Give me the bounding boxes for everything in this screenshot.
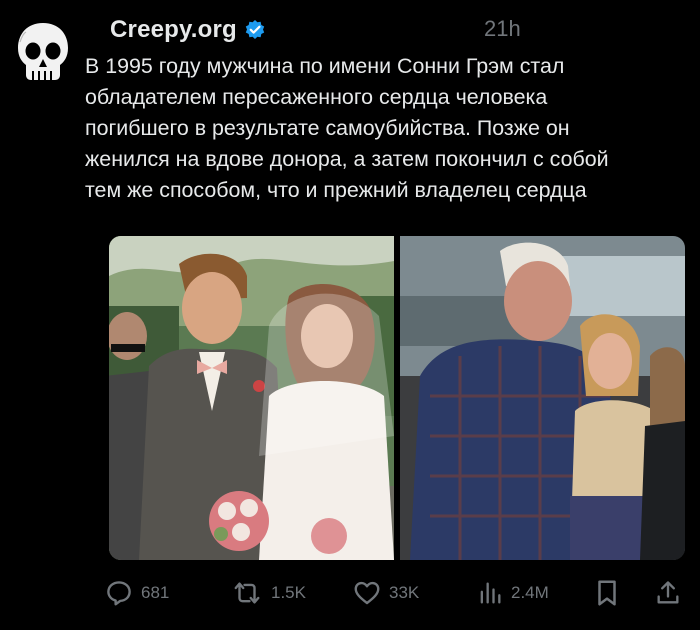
bookmark-icon: [598, 580, 616, 606]
analytics-icon: [480, 582, 501, 604]
skull-icon: [18, 23, 68, 80]
author-avatar[interactable]: [14, 20, 72, 86]
post-time[interactable]: 21h: [484, 16, 521, 42]
views-button[interactable]: 2.4M: [476, 576, 549, 610]
reply-count: 681: [141, 583, 170, 602]
reply-icon: [107, 581, 131, 606]
older-man-with-woman-photo[interactable]: [400, 236, 685, 560]
heart-icon: [354, 581, 380, 605]
reply-button[interactable]: 681: [104, 576, 169, 610]
share-icon: [657, 581, 679, 604]
share-button[interactable]: [654, 576, 682, 610]
like-count: 33K: [389, 583, 420, 602]
tweet-header: Creepy.org: [110, 14, 266, 46]
author-name[interactable]: Creepy.org: [110, 16, 237, 44]
bookmark-button[interactable]: [594, 576, 620, 610]
verified-badge-icon: [245, 20, 265, 39]
tweet: Creepy.org 21h В 1995 году мужчина по им…: [0, 0, 700, 630]
repost-button[interactable]: 1.5K: [230, 576, 306, 610]
repost-icon: [234, 582, 260, 604]
media-grid: [109, 236, 685, 560]
views-count: 2.4M: [511, 583, 549, 602]
like-button[interactable]: 33K: [352, 576, 419, 610]
wedding-photo[interactable]: [109, 236, 394, 560]
action-bar: 681 1.5K 33K 2.4M: [104, 576, 694, 610]
tweet-text: В 1995 году мужчина по имени Сонни Грэм …: [85, 54, 609, 202]
repost-count: 1.5K: [271, 583, 306, 602]
